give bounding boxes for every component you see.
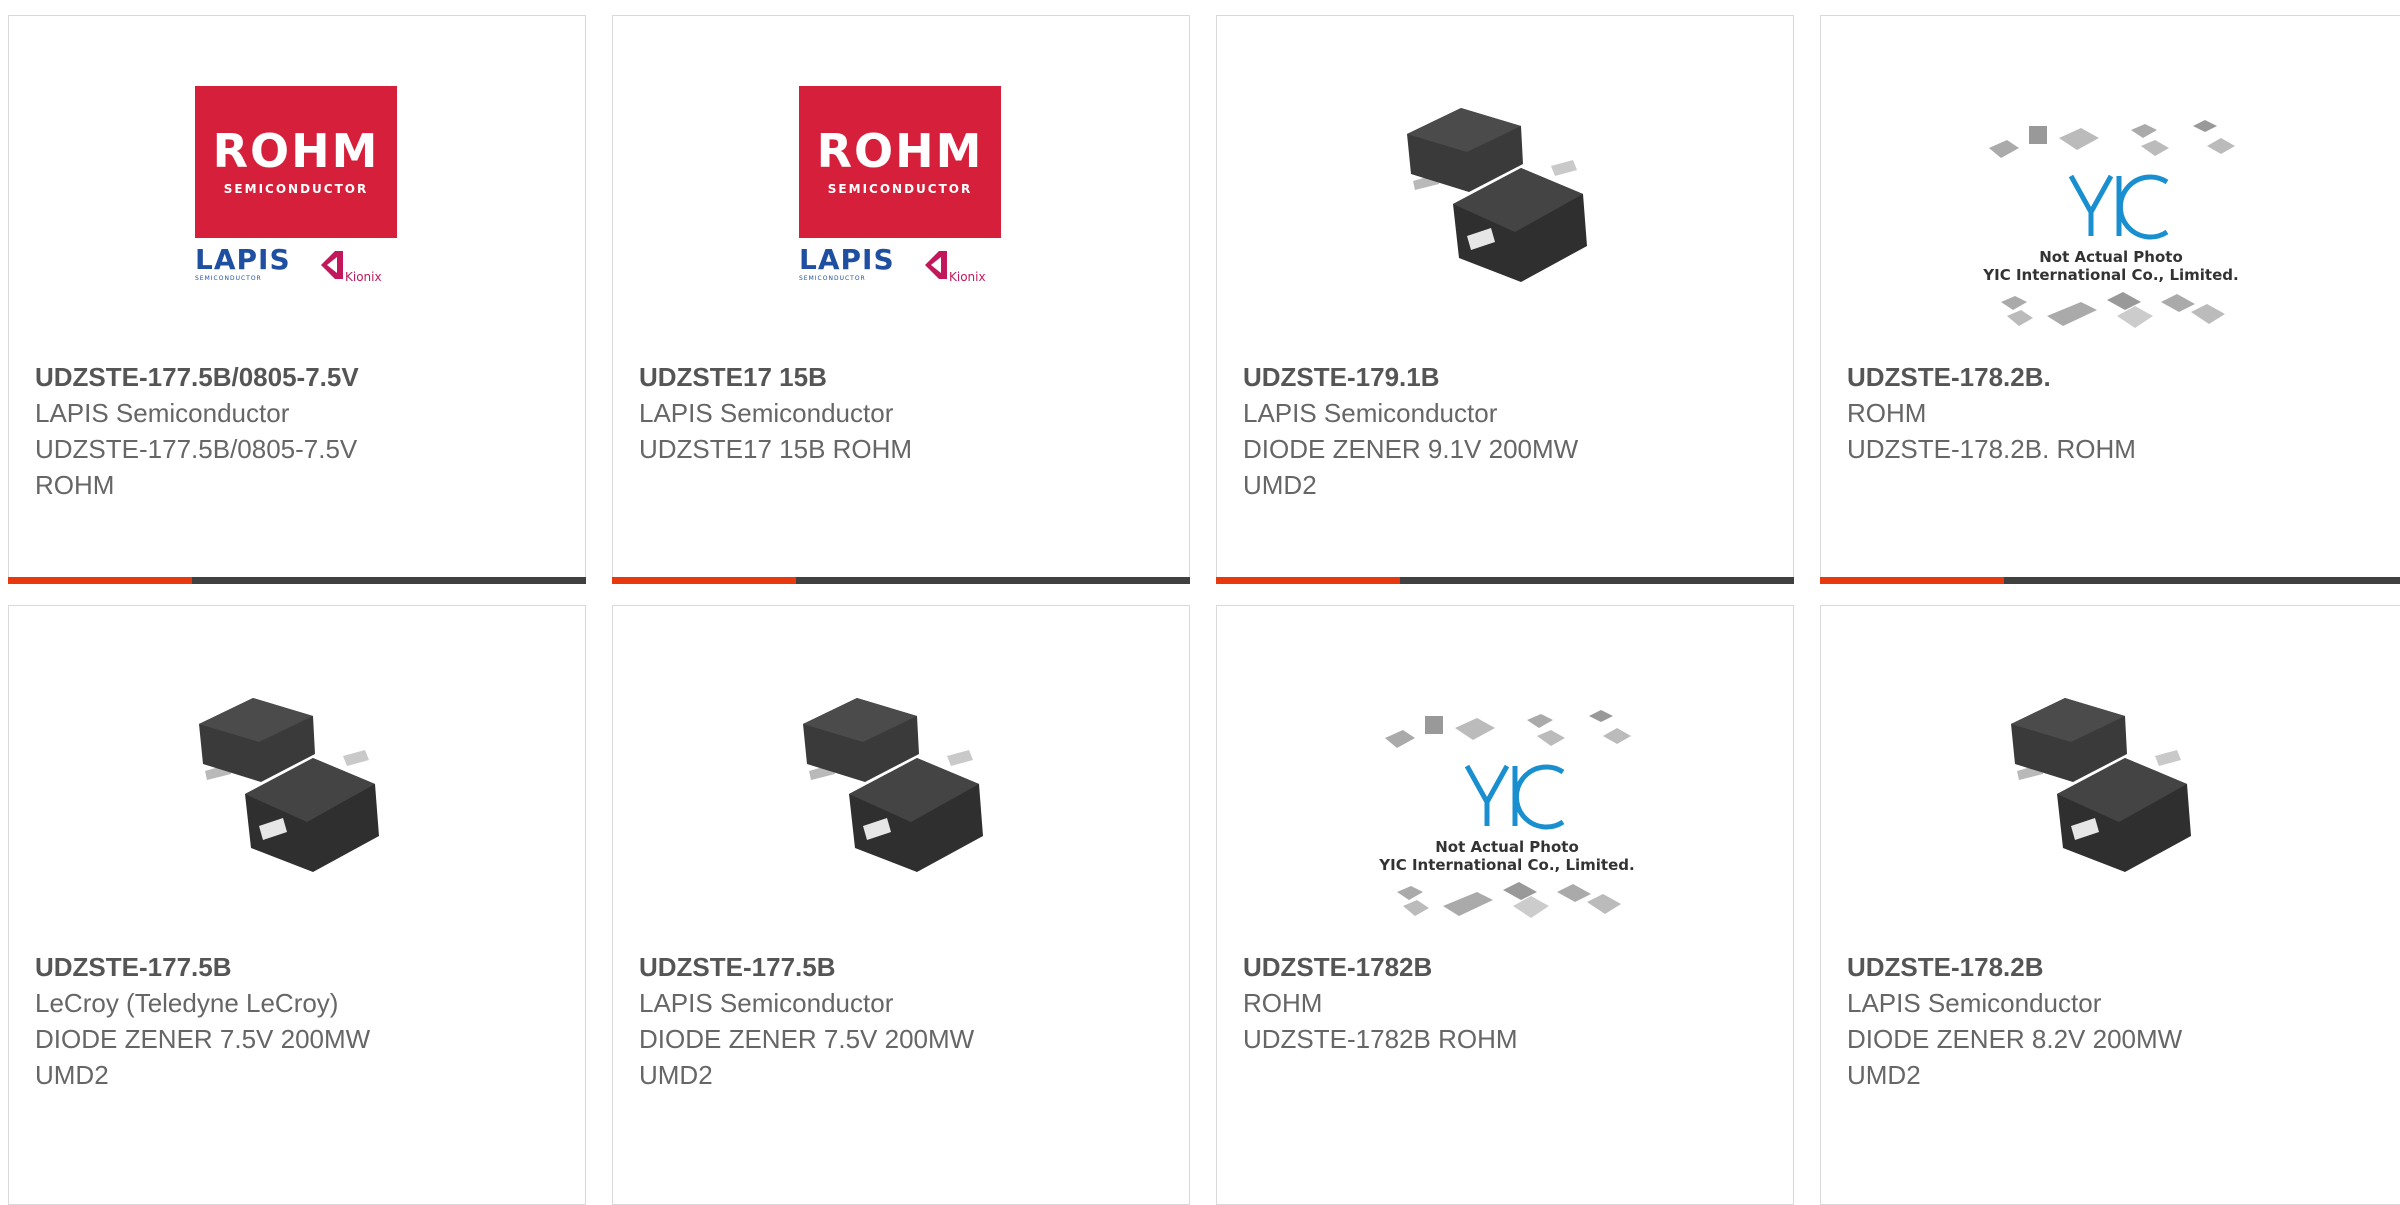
manufacturer: LAPIS Semiconductor — [1243, 398, 1498, 428]
part-number[interactable]: UDZSTE-177.5B/0805-7.5V — [35, 359, 565, 395]
product-image[interactable]: Not Actual Photo YIC International Co., … — [1981, 106, 2241, 356]
umd2-package-image — [2011, 698, 2191, 872]
product-image[interactable]: ROHM SEMICONDUCTOR LAPIS SEMICONDUCTOR K… — [195, 86, 397, 286]
part-number[interactable]: UDZSTE-179.1B — [1243, 359, 1773, 395]
part-number[interactable]: UDZSTE17 15B — [639, 359, 1169, 395]
part-number[interactable]: UDZSTE-178.2B — [1847, 949, 2389, 985]
description: DIODE ZENER 7.5V 200MW UMD2 — [639, 1024, 975, 1090]
product-image[interactable] — [799, 676, 1001, 876]
product-image[interactable] — [2007, 676, 2209, 876]
description: UDZSTE-177.5B/0805-7.5V ROHM — [35, 434, 358, 500]
product-card[interactable]: UDZSTE-177.5B LeCroy (Teledyne LeCroy) D… — [8, 605, 586, 1205]
product-image[interactable] — [195, 676, 397, 876]
umd2-package-image — [803, 698, 983, 872]
product-image[interactable]: ROHM SEMICONDUCTOR LAPIS SEMICONDUCTOR K… — [799, 86, 1001, 286]
manufacturer: LAPIS Semiconductor — [35, 398, 290, 428]
part-number[interactable]: UDZSTE-177.5B — [35, 949, 565, 985]
description: UDZSTE-1782B ROHM — [1243, 1024, 1518, 1054]
umd2-package-image — [199, 698, 379, 872]
description: DIODE ZENER 9.1V 200MW UMD2 — [1243, 434, 1579, 500]
rohm-lapis-logo: ROHM SEMICONDUCTOR LAPIS SEMICONDUCTOR K… — [799, 86, 1001, 286]
card-footer-bar — [1216, 577, 1794, 584]
product-card[interactable]: ROHM SEMICONDUCTOR LAPIS SEMICONDUCTOR K… — [612, 15, 1190, 584]
description: DIODE ZENER 8.2V 200MW UMD2 — [1847, 1024, 2183, 1090]
product-card[interactable]: Not Actual Photo YIC International Co., … — [1216, 605, 1794, 1205]
umd2-package-image — [1407, 108, 1587, 282]
product-card[interactable]: Not Actual Photo YIC International Co., … — [1820, 15, 2400, 584]
part-number[interactable]: UDZSTE-1782B — [1243, 949, 1773, 985]
manufacturer: ROHM — [1847, 398, 1927, 428]
part-number[interactable]: UDZSTE-178.2B. — [1847, 359, 2389, 395]
card-footer-bar — [8, 577, 586, 584]
product-card[interactable]: UDZSTE-178.2B LAPIS Semiconductor DIODE … — [1820, 605, 2400, 1205]
manufacturer: LAPIS Semiconductor — [1847, 988, 2102, 1018]
manufacturer: LAPIS Semiconductor — [639, 988, 894, 1018]
rohm-lapis-logo: ROHM SEMICONDUCTOR LAPIS SEMICONDUCTOR K… — [195, 86, 397, 286]
card-footer-bar — [1820, 577, 2400, 584]
part-number[interactable]: UDZSTE-177.5B — [639, 949, 1169, 985]
description: UDZSTE-178.2B. ROHM — [1847, 434, 2136, 464]
product-image[interactable] — [1403, 86, 1605, 286]
manufacturer: LeCroy (Teledyne LeCroy) — [35, 988, 339, 1018]
yic-placeholder: Not Actual Photo YIC International Co., … — [1981, 116, 2241, 346]
manufacturer: ROHM — [1243, 988, 1323, 1018]
description: UDZSTE17 15B ROHM — [639, 434, 913, 464]
yic-placeholder: Not Actual Photo YIC International Co., … — [1377, 706, 1637, 936]
product-card[interactable]: ROHM SEMICONDUCTOR LAPIS SEMICONDUCTOR K… — [8, 15, 586, 584]
product-card[interactable]: UDZSTE-179.1B LAPIS Semiconductor DIODE … — [1216, 15, 1794, 584]
manufacturer: LAPIS Semiconductor — [639, 398, 894, 428]
description: DIODE ZENER 7.5V 200MW UMD2 — [35, 1024, 371, 1090]
card-footer-bar — [612, 577, 1190, 584]
product-image[interactable]: Not Actual Photo YIC International Co., … — [1377, 696, 1637, 946]
product-card[interactable]: UDZSTE-177.5B LAPIS Semiconductor DIODE … — [612, 605, 1190, 1205]
